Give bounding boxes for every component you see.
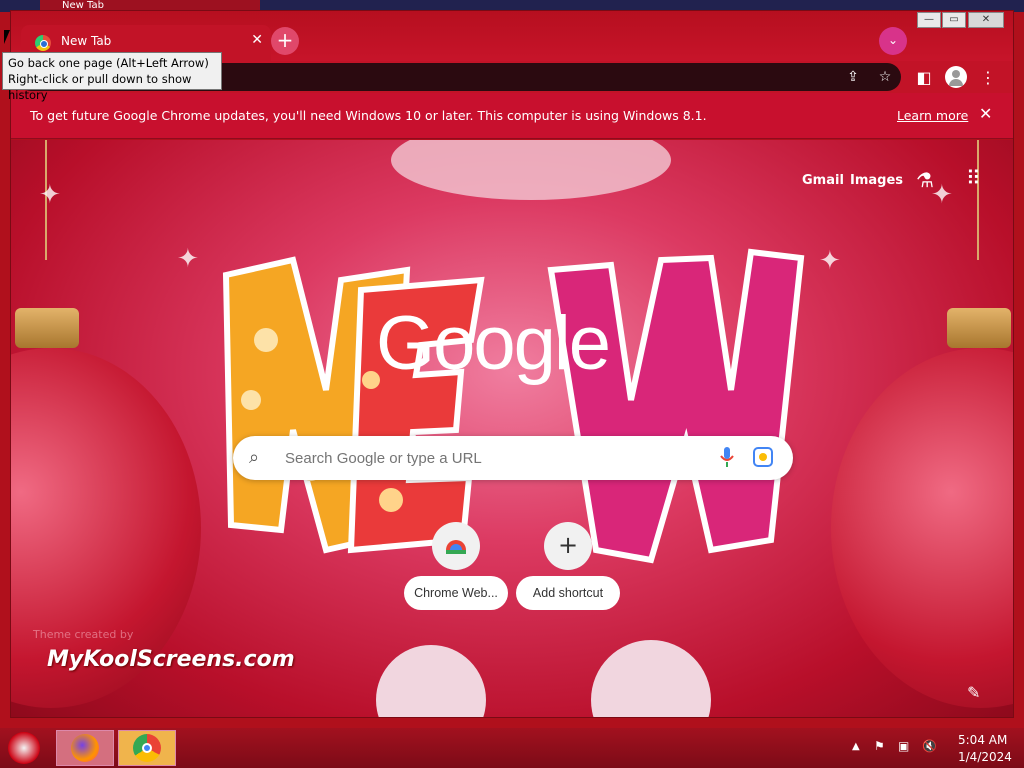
labs-flask-icon[interactable]: ⚗ xyxy=(916,168,934,192)
tooltip-line-2: Right-click or pull down to show history xyxy=(8,72,192,102)
bookmark-star-icon[interactable]: ☆ xyxy=(875,67,895,87)
firefox-icon xyxy=(71,734,99,762)
back-button-tooltip: Go back one page (Alt+Left Arrow) Right-… xyxy=(2,52,222,102)
search-input[interactable] xyxy=(283,444,703,472)
search-icon: ⌕ xyxy=(249,447,260,468)
menu-kebab-icon[interactable]: ⋮ xyxy=(977,67,999,89)
add-shortcut-label[interactable]: Add shortcut xyxy=(516,576,620,610)
network-icon[interactable]: ▣ xyxy=(898,739,909,753)
gmail-link[interactable]: Gmail xyxy=(802,173,844,188)
voice-search-icon[interactable] xyxy=(719,446,735,468)
action-center-flag-icon[interactable]: ⚑ xyxy=(874,739,885,753)
images-link[interactable]: Images xyxy=(850,173,903,188)
infobar-message: To get future Google Chrome updates, you… xyxy=(30,108,707,123)
chrome-icon-center xyxy=(142,743,152,753)
taskbar-firefox-button[interactable] xyxy=(56,730,114,766)
shortcut-chrome-web-store-icon[interactable] xyxy=(432,522,480,570)
infobar-close-icon[interactable]: ✕ xyxy=(979,104,992,123)
close-window-button[interactable]: ✕ xyxy=(968,12,1004,28)
side-panel-icon[interactable]: ◧ xyxy=(913,67,935,89)
taskbar-chrome-button[interactable] xyxy=(118,730,176,766)
shortcut-chrome-web-store-label[interactable]: Chrome Web... xyxy=(404,576,508,610)
customize-pencil-icon[interactable]: ✎ xyxy=(967,683,980,702)
taskbar: ▲ ⚑ ▣ 🔇 5:04 AM 1/4/2024 xyxy=(0,728,1024,768)
minimize-button[interactable]: — xyxy=(917,12,941,28)
chrome-favicon-icon xyxy=(35,35,51,51)
start-ornament-icon[interactable] xyxy=(8,732,40,764)
mouse-cursor-icon xyxy=(4,30,16,44)
volume-muted-icon[interactable]: 🔇 xyxy=(922,739,937,753)
chrome-web-store-icon xyxy=(446,540,466,554)
watermark: MyKoolScreens.com xyxy=(47,647,295,672)
search-box[interactable]: ⌕ xyxy=(233,436,793,480)
share-icon[interactable]: ⇪ xyxy=(843,67,863,87)
google-lens-icon[interactable] xyxy=(753,447,773,467)
chrome-window: New Tab ✕ + ⌄ — ▭ ✕ ⇪ ☆ ◧ ⋮ To get futur… xyxy=(10,10,1014,718)
apps-grid-icon[interactable]: ⠿ xyxy=(966,166,981,190)
clock-time[interactable]: 5:04 AM xyxy=(958,733,1007,747)
tab-search-button[interactable]: ⌄ xyxy=(879,27,907,55)
clock-date[interactable]: 1/4/2024 xyxy=(958,750,1012,764)
profile-avatar-icon[interactable] xyxy=(945,66,967,88)
maximize-button[interactable]: ▭ xyxy=(942,12,966,28)
google-logo: Google xyxy=(376,301,611,386)
tab-title: New Tab xyxy=(61,34,112,48)
new-tab-button[interactable]: + xyxy=(271,27,299,55)
tab-close-icon[interactable]: ✕ xyxy=(251,32,263,48)
theme-credit[interactable]: Theme created by xyxy=(33,628,133,641)
new-tab-page: ✦ ✦ ✦ ✦ Gmail Images ⚗ ⠿ Google ⌕ Search… xyxy=(11,140,1013,717)
theme-artwork xyxy=(222,140,805,717)
tray-expand-icon[interactable]: ▲ xyxy=(852,741,860,752)
add-shortcut-icon[interactable]: + xyxy=(544,522,592,570)
tooltip-line-1: Go back one page (Alt+Left Arrow) xyxy=(8,56,209,70)
learn-more-link[interactable]: Learn more xyxy=(897,108,968,123)
